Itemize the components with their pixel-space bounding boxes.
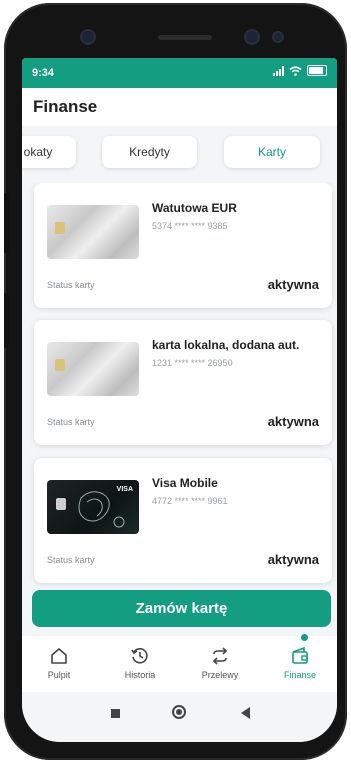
nav-label: Historia <box>124 670 156 680</box>
status-bar: 9:34 <box>22 58 337 88</box>
card-list: Watutowa EUR 5374 **** **** 9385 Status … <box>22 183 337 593</box>
phone-frame: 9:34 Finanse okaty Kredyty Karty Watutow… <box>4 3 347 760</box>
card-item[interactable]: Watutowa EUR 5374 **** **** 9385 Status … <box>34 183 332 308</box>
front-camera <box>82 31 94 43</box>
card-name: Visa Mobile <box>152 476 218 490</box>
bottom-navigation: Pulpit Historia Przelewy Finanse <box>22 636 337 692</box>
battery-icon <box>307 65 327 76</box>
card-name: karta lokalna, dodana aut. <box>152 338 300 352</box>
card-status-label: Status karty <box>47 417 95 427</box>
status-time: 9:34 <box>32 67 55 79</box>
back-icon[interactable] <box>241 707 250 719</box>
card-image: VISA <box>47 480 139 534</box>
nav-label: Przelewy <box>201 670 239 680</box>
status-icons <box>273 65 327 76</box>
home-icon <box>51 648 67 664</box>
order-card-button[interactable]: Zamów kartę <box>32 590 331 627</box>
wallet-icon <box>292 646 308 664</box>
sensor <box>246 31 258 43</box>
card-status-label: Status karty <box>47 555 95 565</box>
card-number: 1231 **** **** 26950 <box>152 358 233 368</box>
card-pattern-icon <box>78 491 125 528</box>
tabs: okaty Kredyty Karty <box>22 136 337 168</box>
tab-kredyty[interactable]: Kredyty <box>102 136 197 168</box>
app-header: Finanse <box>22 88 337 126</box>
card-item[interactable]: karta lokalna, dodana aut. 1231 **** ***… <box>34 320 332 445</box>
card-status-value: aktywna <box>267 277 319 292</box>
card-name: Watutowa EUR <box>152 201 237 215</box>
nav-przelewy[interactable]: Przelewy <box>185 646 255 680</box>
transfer-icon <box>212 647 228 665</box>
signal-icon <box>273 65 284 76</box>
card-image <box>47 205 139 259</box>
active-tab-indicator <box>301 634 308 641</box>
wifi-icon <box>289 65 302 76</box>
chip-icon <box>55 359 65 371</box>
nav-label: Pulpit <box>47 670 71 680</box>
earpiece-speaker <box>158 35 212 40</box>
volume-button <box>4 193 9 253</box>
page-title: Finanse <box>33 97 98 116</box>
nav-pulpit[interactable]: Pulpit <box>24 646 94 680</box>
card-number: 4772 **** **** 9961 <box>152 496 228 506</box>
card-image <box>47 342 139 396</box>
card-status-value: aktywna <box>267 552 319 567</box>
recent-apps-icon[interactable] <box>111 709 120 718</box>
screen: 9:34 Finanse okaty Kredyty Karty Watutow… <box>22 58 337 742</box>
nav-historia[interactable]: Historia <box>105 646 175 680</box>
power-button <box>4 293 9 348</box>
system-navigation <box>22 692 337 742</box>
tab-karty[interactable]: Karty <box>224 136 320 168</box>
card-status-value: aktywna <box>267 414 319 429</box>
home-button-icon[interactable] <box>172 705 186 719</box>
card-item[interactable]: VISA Visa Mobile 4772 **** **** 9961 Sta… <box>34 458 332 583</box>
nav-finanse[interactable]: Finanse <box>265 646 335 680</box>
history-icon <box>131 648 148 664</box>
nav-label: Finanse <box>283 670 317 680</box>
card-status-label: Status karty <box>47 280 95 290</box>
chip-icon <box>55 222 65 234</box>
tab-lokaty[interactable]: okaty <box>22 136 76 168</box>
card-number: 5374 **** **** 9385 <box>152 221 228 231</box>
sensor <box>274 33 282 41</box>
